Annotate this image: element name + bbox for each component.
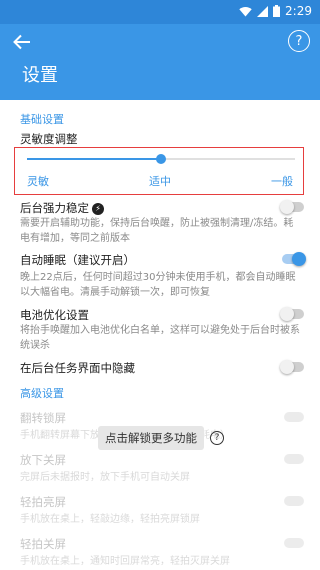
battery-optimization-desc: 将抬手唤醒加入电池优化白名单，这样可以避免处于后台时被系统误杀 xyxy=(20,325,300,351)
sensitivity-slider-box: 灵敏 适中 一般 xyxy=(14,147,304,195)
sensitivity-option-sensitive[interactable]: 灵敏 xyxy=(27,173,49,189)
battery-optimization-toggle[interactable] xyxy=(280,307,306,321)
locked-item-desc: 手机放在桌上，通知时回屏常亮，轻拍灭屏关屏 xyxy=(20,556,230,567)
status-time: 2:29 xyxy=(285,4,312,18)
question-circle-icon: ? xyxy=(295,33,303,49)
arrow-left-icon xyxy=(13,34,30,50)
locked-item-desc: 手机放在桌上，轻敲边缘，轻拍亮屏锁屏 xyxy=(20,514,200,525)
sensitivity-label: 灵敏度调整 xyxy=(20,132,78,146)
question-circle-icon[interactable]: ? xyxy=(210,431,224,445)
sensitivity-slider[interactable] xyxy=(27,154,295,164)
background-stable-title: 后台强力稳定 ⚡ xyxy=(20,200,104,216)
locked-item-toggle xyxy=(284,538,304,548)
hide-in-recents-title: 在后台任务界面中隐藏 xyxy=(20,361,135,375)
locked-item-desc: 完屏后未据报时，放下手机可自动关屏 xyxy=(20,472,190,483)
slider-fill xyxy=(27,158,161,160)
auto-sleep-title: 自动睡眠（建议开启） xyxy=(20,253,135,267)
locked-item-title: 翻转锁屏 xyxy=(20,411,66,425)
slider-thumb[interactable] xyxy=(156,154,166,164)
hide-in-recents-toggle[interactable] xyxy=(280,360,306,374)
auto-sleep-toggle[interactable] xyxy=(280,252,306,266)
status-bar: 2:29 xyxy=(0,0,320,24)
battery-icon xyxy=(273,5,281,17)
locked-advanced-list: 翻转锁屏 手机翻转屏幕下放在桌面上，自动锁屏（耗电） 放下关屏 完屏后未据报时，… xyxy=(0,390,320,570)
status-icons: 2:29 xyxy=(239,4,312,18)
wifi-icon xyxy=(239,6,252,16)
locked-item-toggle xyxy=(284,454,304,464)
locked-item-title: 放下关屏 xyxy=(20,453,66,467)
unlock-more-button[interactable]: 点击解锁更多功能 xyxy=(98,426,204,450)
locked-item-toggle xyxy=(284,496,304,506)
signal-icon xyxy=(257,5,269,17)
background-stable-desc: 需要开启辅助功能，保持后台唤醒，防止被强制清理/冻结。耗电有增加，等同之前版本 xyxy=(20,218,294,244)
locked-item-title: 轻拍亮屏 xyxy=(20,495,66,509)
help-button[interactable]: ? xyxy=(288,30,310,52)
auto-sleep-desc: 晚上22点后，任何时间超过30分钟未使用手机，都会自动睡眠以大幅省电。清晨手动解… xyxy=(20,272,296,298)
locked-item-toggle xyxy=(284,412,304,422)
lightning-icon: ⚡ xyxy=(92,202,104,215)
battery-optimization-title: 电池优化设置 xyxy=(20,308,89,322)
background-stable-toggle[interactable] xyxy=(280,200,306,214)
back-button[interactable] xyxy=(10,30,34,54)
page-title: 设置 xyxy=(22,65,58,86)
app-bar: ? 设置 xyxy=(0,24,320,100)
locked-item-title: 轻拍关屏 xyxy=(20,537,66,551)
basic-section-header: 基础设置 xyxy=(20,113,64,126)
sensitivity-option-medium[interactable]: 适中 xyxy=(149,173,171,189)
sensitivity-option-normal[interactable]: 一般 xyxy=(271,173,293,189)
